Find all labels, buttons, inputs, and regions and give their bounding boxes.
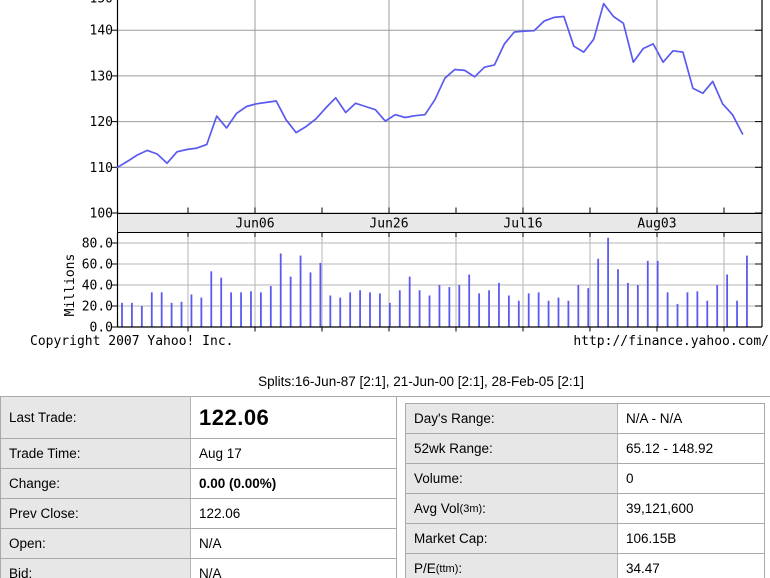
- quote-label-text: Avg Vol: [414, 501, 460, 516]
- quote-value: 0: [618, 464, 764, 493]
- source-url-text: http://finance.yahoo.com/: [573, 334, 769, 349]
- quote-value: 0.00 (0.00%): [191, 469, 396, 498]
- quote-label: P/E (ttm):: [406, 554, 618, 578]
- quote-value: N/A: [191, 529, 396, 558]
- price-axis-label: 150: [90, 0, 113, 7]
- quote-label-small: (ttm): [435, 562, 459, 575]
- splits-note: Splits:16-Jun-87 [2:1], 21-Jun-00 [2:1],…: [258, 374, 584, 389]
- price-axis-label: 100: [90, 207, 113, 222]
- date-label: Jul16: [503, 217, 542, 232]
- quote-value: 65.12 - 148.92: [618, 434, 764, 463]
- quote-label: Trade Time:: [1, 439, 191, 468]
- quote-value: 34.47: [618, 554, 764, 578]
- quote-table-left: Last Trade: 122.06 Trade Time: Aug 17 Change…: [0, 396, 397, 578]
- quote-value: 39,121,600: [618, 494, 764, 523]
- price-axis-label: 130: [90, 69, 113, 84]
- date-label: Jun26: [369, 217, 408, 232]
- price-axis-label: 140: [90, 24, 113, 39]
- copyright-text: Copyright 2007 Yahoo! Inc.: [30, 334, 234, 349]
- quote-row: 52wk Range: 65.12 - 148.92: [406, 434, 764, 464]
- quote-label: Market Cap:: [406, 524, 618, 553]
- quote-table-right: Day's Range: N/A - N/A 52wk Range: 65.12 - …: [405, 403, 765, 578]
- stock-chart: 1001101201301401500.020.040.060.080.0Mil…: [30, 0, 769, 349]
- quote-row: Avg Vol (3m):39,121,600: [406, 494, 764, 524]
- quote-label: 52wk Range:: [406, 434, 618, 463]
- quote-label: Avg Vol (3m):: [406, 494, 618, 523]
- quote-label-text: :: [458, 561, 463, 576]
- quote-row: Bid: N/A: [1, 559, 396, 578]
- quote-label-text: P/E: [414, 561, 436, 576]
- quote-label-text: Bid:: [9, 566, 33, 578]
- quote-row: Last Trade: 122.06: [1, 397, 396, 439]
- quote-row: Change: 0.00 (0.00%): [1, 469, 396, 499]
- price-axis-label: 110: [90, 161, 113, 176]
- volume-axis-label: 40.0: [82, 279, 113, 294]
- quote-label-text: Last Trade:: [9, 410, 77, 425]
- quote-label-text: Change:: [9, 476, 61, 491]
- quote-value: N/A - N/A: [618, 404, 764, 433]
- quote-label-text: 52wk Range:: [414, 441, 493, 456]
- quote-label: Day's Range:: [406, 404, 618, 433]
- price-axis-label: 120: [90, 115, 113, 130]
- volume-axis-label: 20.0: [82, 300, 113, 315]
- volume-unit-label: Millions: [63, 254, 78, 317]
- quote-value: Aug 17: [191, 439, 396, 468]
- price-line: [116, 2, 744, 169]
- date-label: Aug03: [637, 217, 676, 232]
- quote-label-text: Day's Range:: [414, 411, 495, 426]
- quote-value: 122.06: [191, 499, 396, 528]
- quote-label: Prev Close:: [1, 499, 191, 528]
- quote-label: Open:: [1, 529, 191, 558]
- quote-value: 106.15B: [618, 524, 764, 553]
- quote-label: Change:: [1, 469, 191, 498]
- quote-row: Prev Close: 122.06: [1, 499, 396, 529]
- quote-label: Bid:: [1, 559, 191, 578]
- quote-label: Volume:: [406, 464, 618, 493]
- volume-axis-label: 60.0: [82, 258, 113, 273]
- quote-value: N/A: [191, 559, 396, 578]
- quote-label-text: Volume:: [414, 471, 463, 486]
- quote-label-small: (3m): [459, 502, 483, 515]
- quote-row: Open: N/A: [1, 529, 396, 559]
- quote-row: Day's Range: N/A - N/A: [406, 404, 764, 434]
- yahoo-finance-chart-page: 1001101201301401500.020.040.060.080.0Mil…: [0, 0, 770, 578]
- quote-row: Volume: 0: [406, 464, 764, 494]
- quote-label-text: :: [482, 501, 486, 516]
- quote-row: Trade Time: Aug 17: [1, 439, 396, 469]
- quote-row: P/E (ttm):34.47: [406, 554, 764, 578]
- quote-row: Market Cap: 106.15B: [406, 524, 764, 554]
- quote-label-text: Trade Time:: [9, 446, 81, 461]
- quote-label-text: Market Cap:: [414, 531, 488, 546]
- quote-label-text: Prev Close:: [9, 506, 79, 521]
- quote-label-text: Open:: [9, 536, 46, 551]
- quote-label: Last Trade:: [1, 397, 191, 438]
- date-label: Jun06: [235, 217, 274, 232]
- volume-axis-label: 80.0: [82, 237, 113, 252]
- quote-value: 122.06: [191, 397, 396, 438]
